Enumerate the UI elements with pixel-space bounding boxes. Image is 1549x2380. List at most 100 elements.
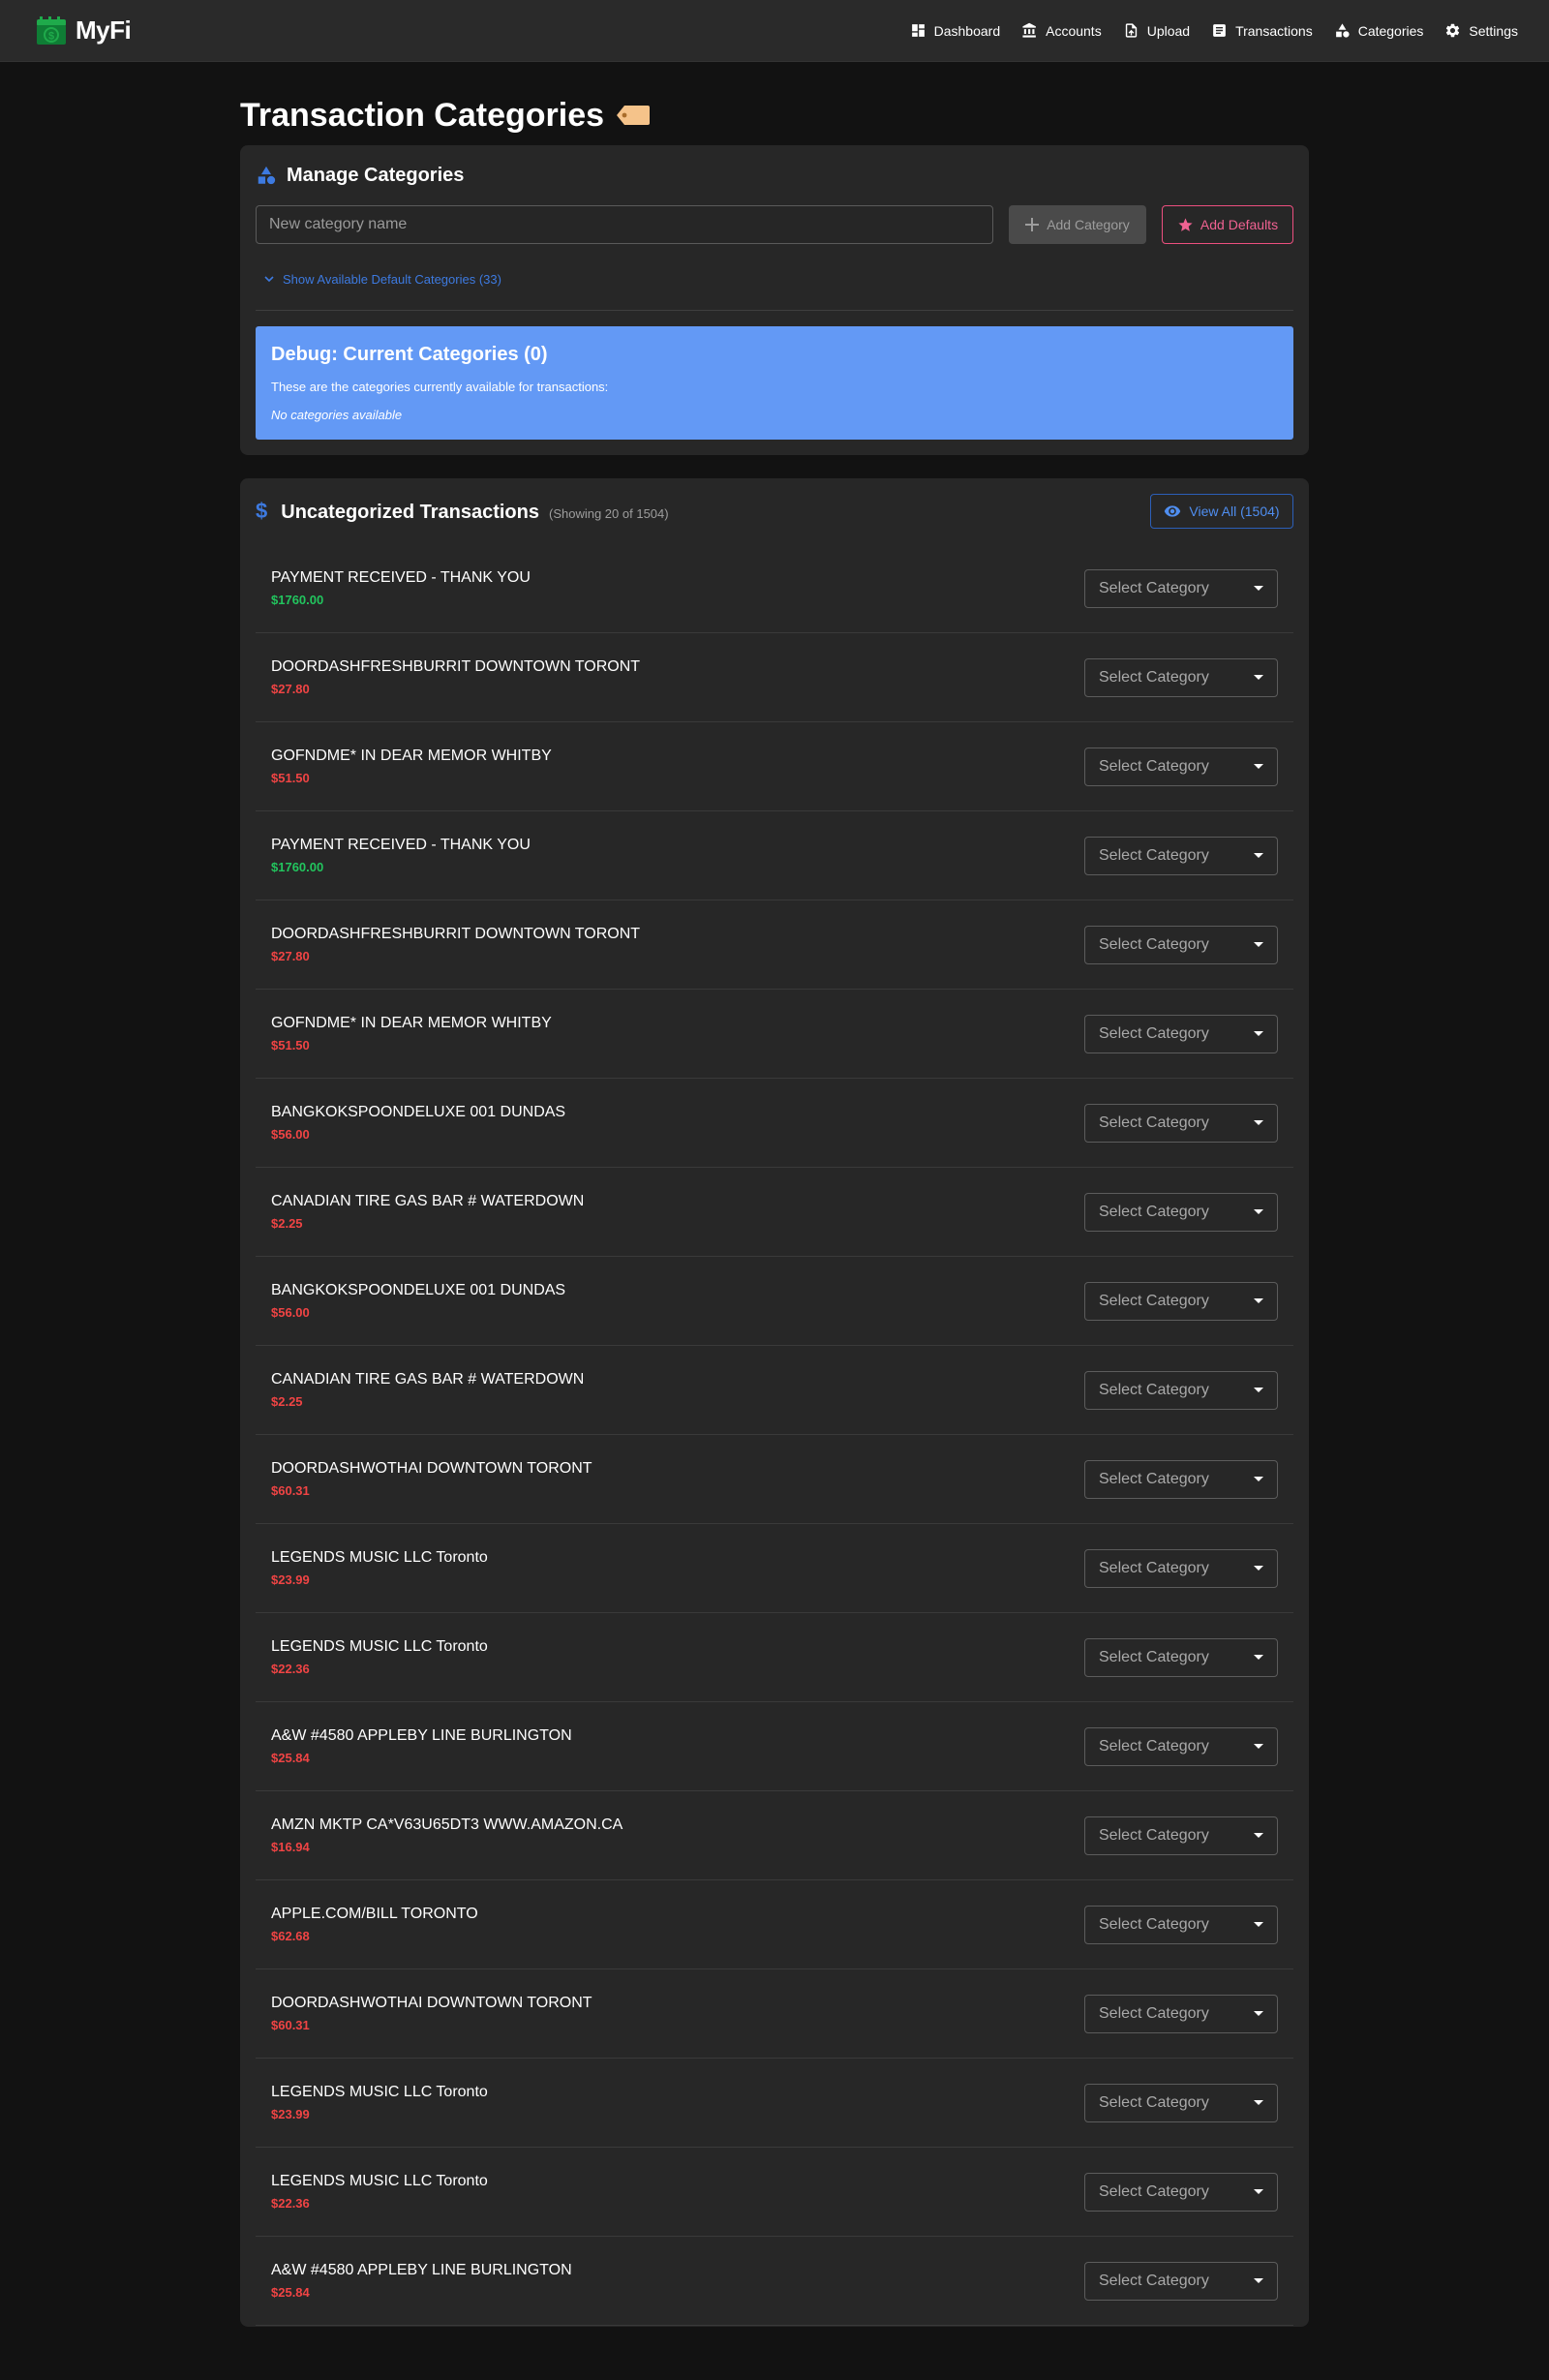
category-select-label: Select Category xyxy=(1099,1470,1209,1487)
transaction-amount: $60.31 xyxy=(271,1483,310,1498)
category-select[interactable]: Select Category xyxy=(1084,1459,1278,1499)
caret-down-icon xyxy=(1254,2100,1263,2105)
transaction-info: BANGKOKSPOONDELUXE 001 DUNDAS $56.00 xyxy=(271,1104,565,1142)
nav-settings[interactable]: Settings xyxy=(1444,22,1518,39)
category-select[interactable]: Select Category xyxy=(1084,1726,1278,1766)
category-select[interactable]: Select Category xyxy=(1084,1103,1278,1143)
category-select[interactable]: Select Category xyxy=(1084,1548,1278,1588)
category-select[interactable]: Select Category xyxy=(1084,1014,1278,1053)
brand[interactable]: $ MyFi xyxy=(35,15,132,46)
transaction-description: DOORDASHWOTHAI DOWNTOWN TORONT xyxy=(271,1460,592,1477)
nav-accounts[interactable]: Accounts xyxy=(1021,22,1102,39)
manage-categories-card: Manage Categories Add Category Add Defau… xyxy=(240,145,1309,455)
transaction-info: A&W #4580 APPLEBY LINE BURLINGTON $25.84 xyxy=(271,1727,572,1765)
category-select[interactable]: Select Category xyxy=(1084,1905,1278,1944)
transaction-description: LEGENDS MUSIC LLC Toronto xyxy=(271,2173,488,2189)
transaction-info: BANGKOKSPOONDELUXE 001 DUNDAS $56.00 xyxy=(271,1282,565,1320)
caret-down-icon xyxy=(1254,942,1263,947)
nav-categories[interactable]: Categories xyxy=(1334,22,1423,39)
category-select-label: Select Category xyxy=(1099,1648,1209,1665)
category-select-label: Select Category xyxy=(1099,1559,1209,1576)
category-select-label: Select Category xyxy=(1099,2004,1209,2022)
transaction-row: GOFNDME* IN DEAR MEMOR WHITBY $51.50 Sel… xyxy=(256,990,1293,1079)
transaction-description: AMZN MKTP CA*V63U65DT3 WWW.AMAZON.CA xyxy=(271,1816,623,1833)
category-select[interactable]: Select Category xyxy=(1084,1637,1278,1677)
transaction-amount: $60.31 xyxy=(271,2018,310,2032)
transaction-description: A&W #4580 APPLEBY LINE BURLINGTON xyxy=(271,1727,572,1744)
category-select-label: Select Category xyxy=(1099,1292,1209,1309)
nav-accounts-label: Accounts xyxy=(1046,22,1102,39)
transaction-description: BANGKOKSPOONDELUXE 001 DUNDAS xyxy=(271,1104,566,1120)
transaction-list: PAYMENT RECEIVED - THANK YOU $1760.00 Se… xyxy=(256,544,1293,2326)
category-select[interactable]: Select Category xyxy=(1084,1192,1278,1232)
add-defaults-label: Add Defaults xyxy=(1200,217,1279,232)
transaction-row: DOORDASHFRESHBURRIT DOWNTOWN TORONT $27.… xyxy=(256,900,1293,990)
transaction-description: PAYMENT RECEIVED - THANK YOU xyxy=(271,837,531,853)
eye-icon xyxy=(1165,505,1181,517)
transaction-amount: $51.50 xyxy=(271,1038,310,1053)
transaction-amount: $16.94 xyxy=(271,1840,310,1854)
caret-down-icon xyxy=(1254,586,1263,591)
add-category-label: Add Category xyxy=(1047,217,1130,232)
category-select[interactable]: Select Category xyxy=(1084,1816,1278,1855)
category-select[interactable]: Select Category xyxy=(1084,2172,1278,2212)
show-default-categories-toggle[interactable]: Show Available Default Categories (33) xyxy=(263,271,1293,287)
add-defaults-button[interactable]: Add Defaults xyxy=(1162,205,1293,244)
caret-down-icon xyxy=(1254,675,1263,680)
caret-down-icon xyxy=(1254,2278,1263,2283)
transaction-description: CANADIAN TIRE GAS BAR # WATERDOWN xyxy=(271,1193,585,1209)
category-select[interactable]: Select Category xyxy=(1084,2261,1278,2301)
nav-dashboard[interactable]: Dashboard xyxy=(910,22,1000,39)
category-select[interactable]: Select Category xyxy=(1084,836,1278,875)
caret-down-icon xyxy=(1254,764,1263,769)
category-select[interactable]: Select Category xyxy=(1084,1994,1278,2033)
category-select[interactable]: Select Category xyxy=(1084,657,1278,697)
transaction-row: A&W #4580 APPLEBY LINE BURLINGTON $25.84… xyxy=(256,1702,1293,1791)
caret-down-icon xyxy=(1254,1031,1263,1036)
transaction-info: DOORDASHWOTHAI DOWNTOWN TORONT $60.31 xyxy=(271,1460,592,1498)
transaction-amount: $22.36 xyxy=(271,2196,310,2211)
view-all-button[interactable]: View All (1504) xyxy=(1150,494,1293,529)
transaction-row: CANADIAN TIRE GAS BAR # WATERDOWN $2.25 … xyxy=(256,1346,1293,1435)
category-select[interactable]: Select Category xyxy=(1084,747,1278,786)
caret-down-icon xyxy=(1254,1388,1263,1392)
tag-icon xyxy=(617,106,651,125)
transaction-row: LEGENDS MUSIC LLC Toronto $23.99 Select … xyxy=(256,1524,1293,1613)
category-select[interactable]: Select Category xyxy=(1084,1370,1278,1410)
caret-down-icon xyxy=(1254,1120,1263,1125)
category-select[interactable]: Select Category xyxy=(1084,925,1278,964)
category-select-label: Select Category xyxy=(1099,668,1209,686)
debug-empty-message: No categories available xyxy=(271,408,403,422)
transaction-row: DOORDASHWOTHAI DOWNTOWN TORONT $60.31 Se… xyxy=(256,1435,1293,1524)
page-title-text: Transaction Categories xyxy=(240,96,605,134)
caret-down-icon xyxy=(1254,1477,1263,1481)
transaction-amount: $51.50 xyxy=(271,771,310,785)
transaction-info: DOORDASHFRESHBURRIT DOWNTOWN TORONT $27.… xyxy=(271,658,640,696)
category-select[interactable]: Select Category xyxy=(1084,2083,1278,2122)
transaction-amount: $2.25 xyxy=(271,1394,303,1409)
category-select-label: Select Category xyxy=(1099,1203,1209,1220)
nav-transactions[interactable]: Transactions xyxy=(1211,22,1313,39)
transaction-row: GOFNDME* IN DEAR MEMOR WHITBY $51.50 Sel… xyxy=(256,722,1293,811)
transaction-info: CANADIAN TIRE GAS BAR # WATERDOWN $2.25 xyxy=(271,1371,584,1409)
transaction-row: LEGENDS MUSIC LLC Toronto $22.36 Select … xyxy=(256,2148,1293,2237)
category-select[interactable]: Select Category xyxy=(1084,1281,1278,1321)
debug-title: Debug: Current Categories (0) xyxy=(271,344,548,365)
shapes-icon xyxy=(1335,23,1350,38)
transaction-amount: $2.25 xyxy=(271,1216,303,1231)
category-select-label: Select Category xyxy=(1099,1024,1209,1042)
category-select-label: Select Category xyxy=(1099,1114,1209,1131)
new-category-input[interactable] xyxy=(256,205,993,244)
transaction-info: GOFNDME* IN DEAR MEMOR WHITBY $51.50 xyxy=(271,1015,552,1053)
add-category-button[interactable]: Add Category xyxy=(1009,205,1146,244)
caret-down-icon xyxy=(1254,1922,1263,1927)
main-content: Transaction Categories Manage Categories… xyxy=(240,62,1309,2327)
category-select-label: Select Category xyxy=(1099,2182,1209,2200)
transaction-description: A&W #4580 APPLEBY LINE BURLINGTON xyxy=(271,2262,572,2278)
nav-upload[interactable]: Upload xyxy=(1123,22,1190,39)
category-select[interactable]: Select Category xyxy=(1084,568,1278,608)
category-select-label: Select Category xyxy=(1099,757,1209,775)
transaction-row: BANGKOKSPOONDELUXE 001 DUNDAS $56.00 Sel… xyxy=(256,1079,1293,1168)
divider xyxy=(256,310,1293,311)
app-name: MyFi xyxy=(76,15,132,45)
